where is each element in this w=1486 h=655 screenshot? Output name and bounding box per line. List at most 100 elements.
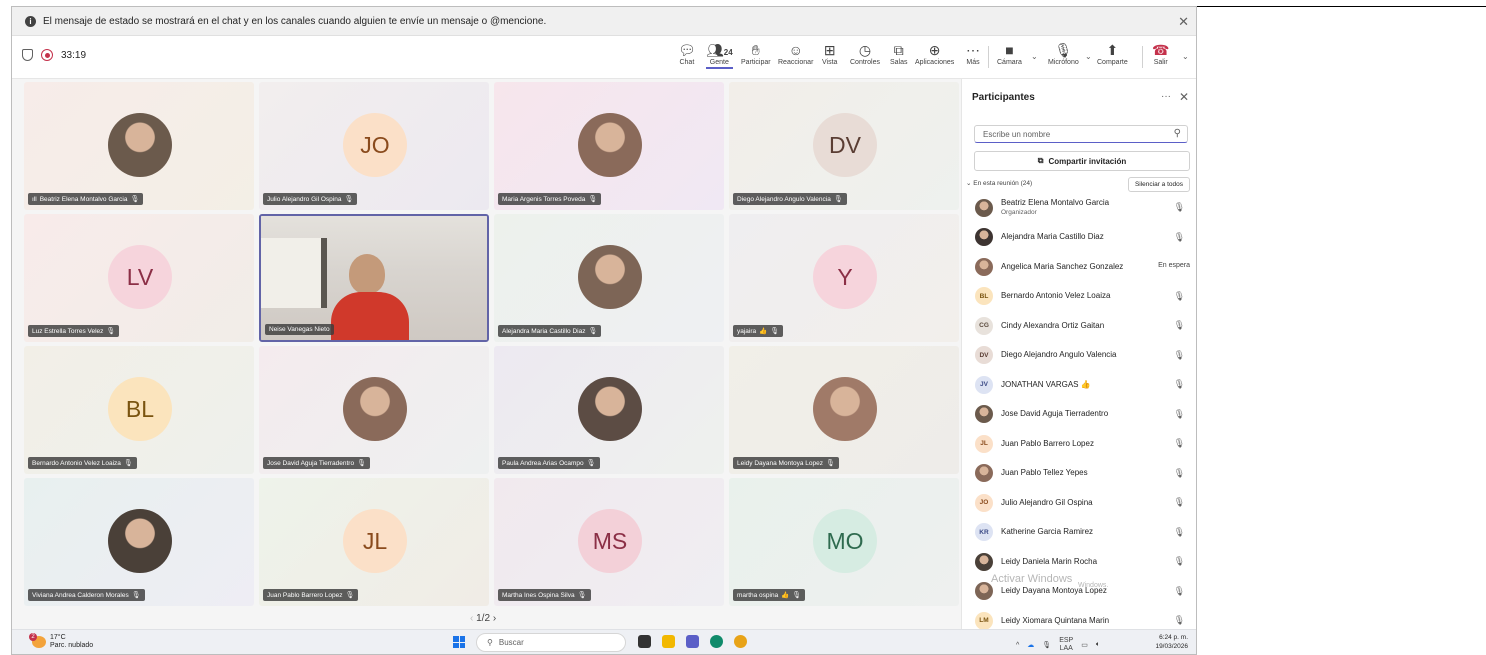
participant-tile[interactable]: Neise Vanegas Nieto bbox=[259, 214, 489, 342]
video-grid: ıll Beatriz Elena Montalvo Garcia 🎙︎ JO Juli… bbox=[24, 82, 970, 607]
weather-widget[interactable]: 2 17°C Parc. nublado bbox=[29, 633, 93, 650]
mute-all-button[interactable]: Silenciar a todos bbox=[1127, 177, 1190, 192]
close-icon[interactable]: ✕ bbox=[1178, 14, 1189, 30]
next-page-icon[interactable]: › bbox=[493, 613, 496, 624]
participant-name: Diego Alejandro Angulo Valencia bbox=[737, 195, 831, 203]
taskbar-search[interactable]: ⚲ Buscar bbox=[476, 633, 626, 652]
mic-muted-icon[interactable]: 🎙︎ bbox=[1174, 586, 1185, 597]
participant-tile[interactable]: Yyajaira 👍 🎙︎ bbox=[729, 214, 959, 342]
participant-row[interactable]: JO Julio Alejandro Gil Ospina 🎙︎ bbox=[962, 488, 1196, 518]
chat-button[interactable]: 💬︎ Chat bbox=[678, 42, 696, 66]
edge-icon[interactable] bbox=[710, 635, 723, 648]
share-button[interactable]: ⬆ Comparte bbox=[1097, 42, 1128, 66]
mic-muted-icon[interactable]: 🎙︎ bbox=[1174, 615, 1185, 626]
mic-muted-icon[interactable]: 🎙︎ bbox=[1174, 232, 1185, 243]
prev-page-icon[interactable]: ‹ bbox=[470, 613, 473, 624]
smiley-icon: ☺ bbox=[788, 42, 803, 58]
participant-row[interactable]: JL Juan Pablo Barrero Lopez 🎙︎ bbox=[962, 429, 1196, 459]
mic-muted-icon[interactable]: 🎙︎ bbox=[1174, 379, 1185, 390]
waiting-status: En espera bbox=[1158, 262, 1190, 269]
raise-hand-button[interactable]: ✋︎ Participar bbox=[741, 42, 771, 66]
participant-row[interactable]: Alejandra Maria Castillo Diaz 🎙︎ bbox=[962, 223, 1196, 253]
chrome-icon[interactable] bbox=[734, 635, 747, 648]
participant-tile[interactable]: BL Bernardo Antonio Velez Loaiza 🎙︎ bbox=[24, 346, 254, 474]
participant-tile[interactable]: Jose David Aguja Tierradentro 🎙︎ bbox=[259, 346, 489, 474]
participant-name: Maria Argenis Torres Poveda bbox=[502, 195, 586, 203]
network-icon[interactable]: ▭ bbox=[1081, 641, 1088, 649]
participant-tile[interactable]: MS Martha Ines Ospina Silva 🎙︎ bbox=[494, 478, 724, 606]
more-button[interactable]: ⋯ Más bbox=[966, 42, 980, 66]
participant-tile[interactable]: JL Juan Pablo Barrero Lopez 🎙︎ bbox=[259, 478, 489, 606]
participant-row[interactable]: JV JONATHAN VARGAS 👍 🎙︎ bbox=[962, 370, 1196, 400]
participant-tile[interactable]: Maria Argenis Torres Poveda 🎙︎ bbox=[494, 82, 724, 210]
mic-muted-icon[interactable]: 🎙︎ bbox=[1174, 527, 1185, 538]
volume-icon[interactable]: 🔈︎ bbox=[1096, 641, 1100, 649]
camera-chevron-down-icon[interactable]: ⌄ bbox=[1031, 52, 1038, 61]
mic-muted-icon[interactable]: 🎙︎ bbox=[1174, 468, 1185, 479]
participant-tile[interactable]: Alejandra Maria Castillo Diaz 🎙︎ bbox=[494, 214, 724, 342]
mic-muted-icon[interactable]: 🎙︎ bbox=[1174, 291, 1185, 302]
participant-row[interactable]: BL Bernardo Antonio Velez Loaiza 🎙︎ bbox=[962, 282, 1196, 312]
close-icon[interactable]: ✕ bbox=[1179, 90, 1189, 104]
temperature: 17°C bbox=[50, 634, 66, 641]
participant-name: Juan Pablo Barrero Lopez bbox=[1001, 438, 1094, 448]
mic-muted-icon[interactable]: 🎙︎ bbox=[1174, 202, 1185, 213]
file-explorer-icon[interactable] bbox=[662, 635, 675, 648]
participant-search-input[interactable]: Escribe un nombre ⚲ bbox=[974, 125, 1188, 143]
participant-row[interactable]: Juan Pablo Tellez Yepes 🎙︎ bbox=[962, 459, 1196, 489]
leave-chevron-down-icon[interactable]: ⌄ bbox=[1182, 52, 1189, 61]
participant-row[interactable]: KR Katherine Garcia Ramirez 🎙︎ bbox=[962, 518, 1196, 548]
clock[interactable]: 6:24 p. m. 19/03/2026 bbox=[1155, 633, 1188, 651]
mic-muted-icon[interactable]: 🎙︎ bbox=[1174, 350, 1185, 361]
participant-row[interactable]: Jose David Aguja Tierradentro 🎙︎ bbox=[962, 400, 1196, 430]
participant-tile[interactable]: Viviana Andrea Calderon Morales 🎙︎ bbox=[24, 478, 254, 606]
participant-tile[interactable]: LV Luz Estrella Torres Velez 🎙︎ bbox=[24, 214, 254, 342]
participant-row[interactable]: CG Cindy Alexandra Ortiz Gaitan 🎙︎ bbox=[962, 311, 1196, 341]
meeting-section-toggle[interactable]: ⌄ En esta reunión (24) bbox=[966, 179, 1032, 187]
mic-button[interactable]: 🎙︎ Micrófono bbox=[1048, 42, 1079, 66]
participant-name-label: Viviana Andrea Calderon Morales 🎙︎ bbox=[28, 589, 145, 601]
participant-row[interactable]: Angelica Maria Sanchez Gonzalez En espera bbox=[962, 252, 1196, 282]
more-icon[interactable]: ··· bbox=[1161, 91, 1171, 102]
mic-muted-icon[interactable]: 🎙︎ bbox=[1174, 438, 1185, 449]
avatar-initials: MS bbox=[578, 509, 642, 573]
participant-tile[interactable]: Paula Andrea Arias Ocampo 🎙︎ bbox=[494, 346, 724, 474]
mic-tray-icon[interactable]: 🎙︎ bbox=[1042, 641, 1051, 649]
participant-name: Alejandra Maria Castillo Diaz bbox=[502, 327, 586, 335]
avatar-initials: DV bbox=[975, 346, 993, 365]
react-button[interactable]: ☺ Reaccionar bbox=[778, 42, 813, 66]
task-view-icon[interactable] bbox=[638, 635, 651, 648]
teams-icon[interactable] bbox=[686, 635, 699, 648]
controls-button[interactable]: ◷ Controles bbox=[850, 42, 880, 66]
onedrive-icon[interactable]: ☁ bbox=[1027, 641, 1034, 649]
windows-start-icon[interactable] bbox=[453, 636, 465, 648]
mic-muted-icon[interactable]: 🎙︎ bbox=[1174, 556, 1185, 567]
mic-chevron-down-icon[interactable]: ⌄ bbox=[1085, 52, 1092, 61]
share-invite-button[interactable]: ⧉ Compartir invitación bbox=[974, 151, 1190, 171]
participant-row[interactable]: Beatriz Elena Montalvo Garcia Organizador… bbox=[962, 193, 1196, 223]
mic-muted-icon: 🎙︎ bbox=[792, 592, 802, 599]
participant-tile[interactable]: DV Diego Alejandro Angulo Valencia 🎙︎ bbox=[729, 82, 959, 210]
rooms-button[interactable]: ⧉ Salas bbox=[890, 42, 908, 66]
chevron-up-icon[interactable]: ^ bbox=[1016, 642, 1019, 649]
shield-icon[interactable] bbox=[22, 49, 33, 61]
participant-name: Julio Alejandro Gil Ospina bbox=[267, 195, 342, 203]
chevron-down-icon: ⌄ bbox=[966, 180, 972, 187]
view-button[interactable]: ⊞ Vista bbox=[822, 42, 837, 66]
mic-muted-icon[interactable]: 🎙︎ bbox=[1174, 409, 1185, 420]
people-button[interactable]: 👥︎24 Gente bbox=[706, 42, 733, 69]
avatar-initials: JO bbox=[975, 493, 993, 512]
apps-button[interactable]: ⊕ Aplicaciones bbox=[915, 42, 954, 66]
mic-muted-icon[interactable]: 🎙︎ bbox=[1174, 497, 1185, 508]
participant-tile[interactable]: MO martha ospina 👍 🎙︎ bbox=[729, 478, 959, 606]
participant-tile[interactable]: JO Julio Alejandro Gil Ospina 🎙︎ bbox=[259, 82, 489, 210]
camera-button[interactable]: ■ Cámara bbox=[997, 42, 1022, 66]
leave-button[interactable]: ☎︎ Salir bbox=[1152, 42, 1169, 66]
participant-tile[interactable]: ıll Beatriz Elena Montalvo Garcia 🎙︎ bbox=[24, 82, 254, 210]
participant-tile[interactable]: Leidy Dayana Montoya Lopez 🎙︎ bbox=[729, 346, 959, 474]
participant-row[interactable]: DV Diego Alejandro Angulo Valencia 🎙︎ bbox=[962, 341, 1196, 371]
camera-off-icon: ■ bbox=[1005, 42, 1014, 58]
mic-muted-icon[interactable]: 🎙︎ bbox=[1174, 320, 1185, 331]
language-indicator[interactable]: ESP LAA bbox=[1059, 637, 1073, 653]
avatar-photo bbox=[975, 228, 993, 247]
